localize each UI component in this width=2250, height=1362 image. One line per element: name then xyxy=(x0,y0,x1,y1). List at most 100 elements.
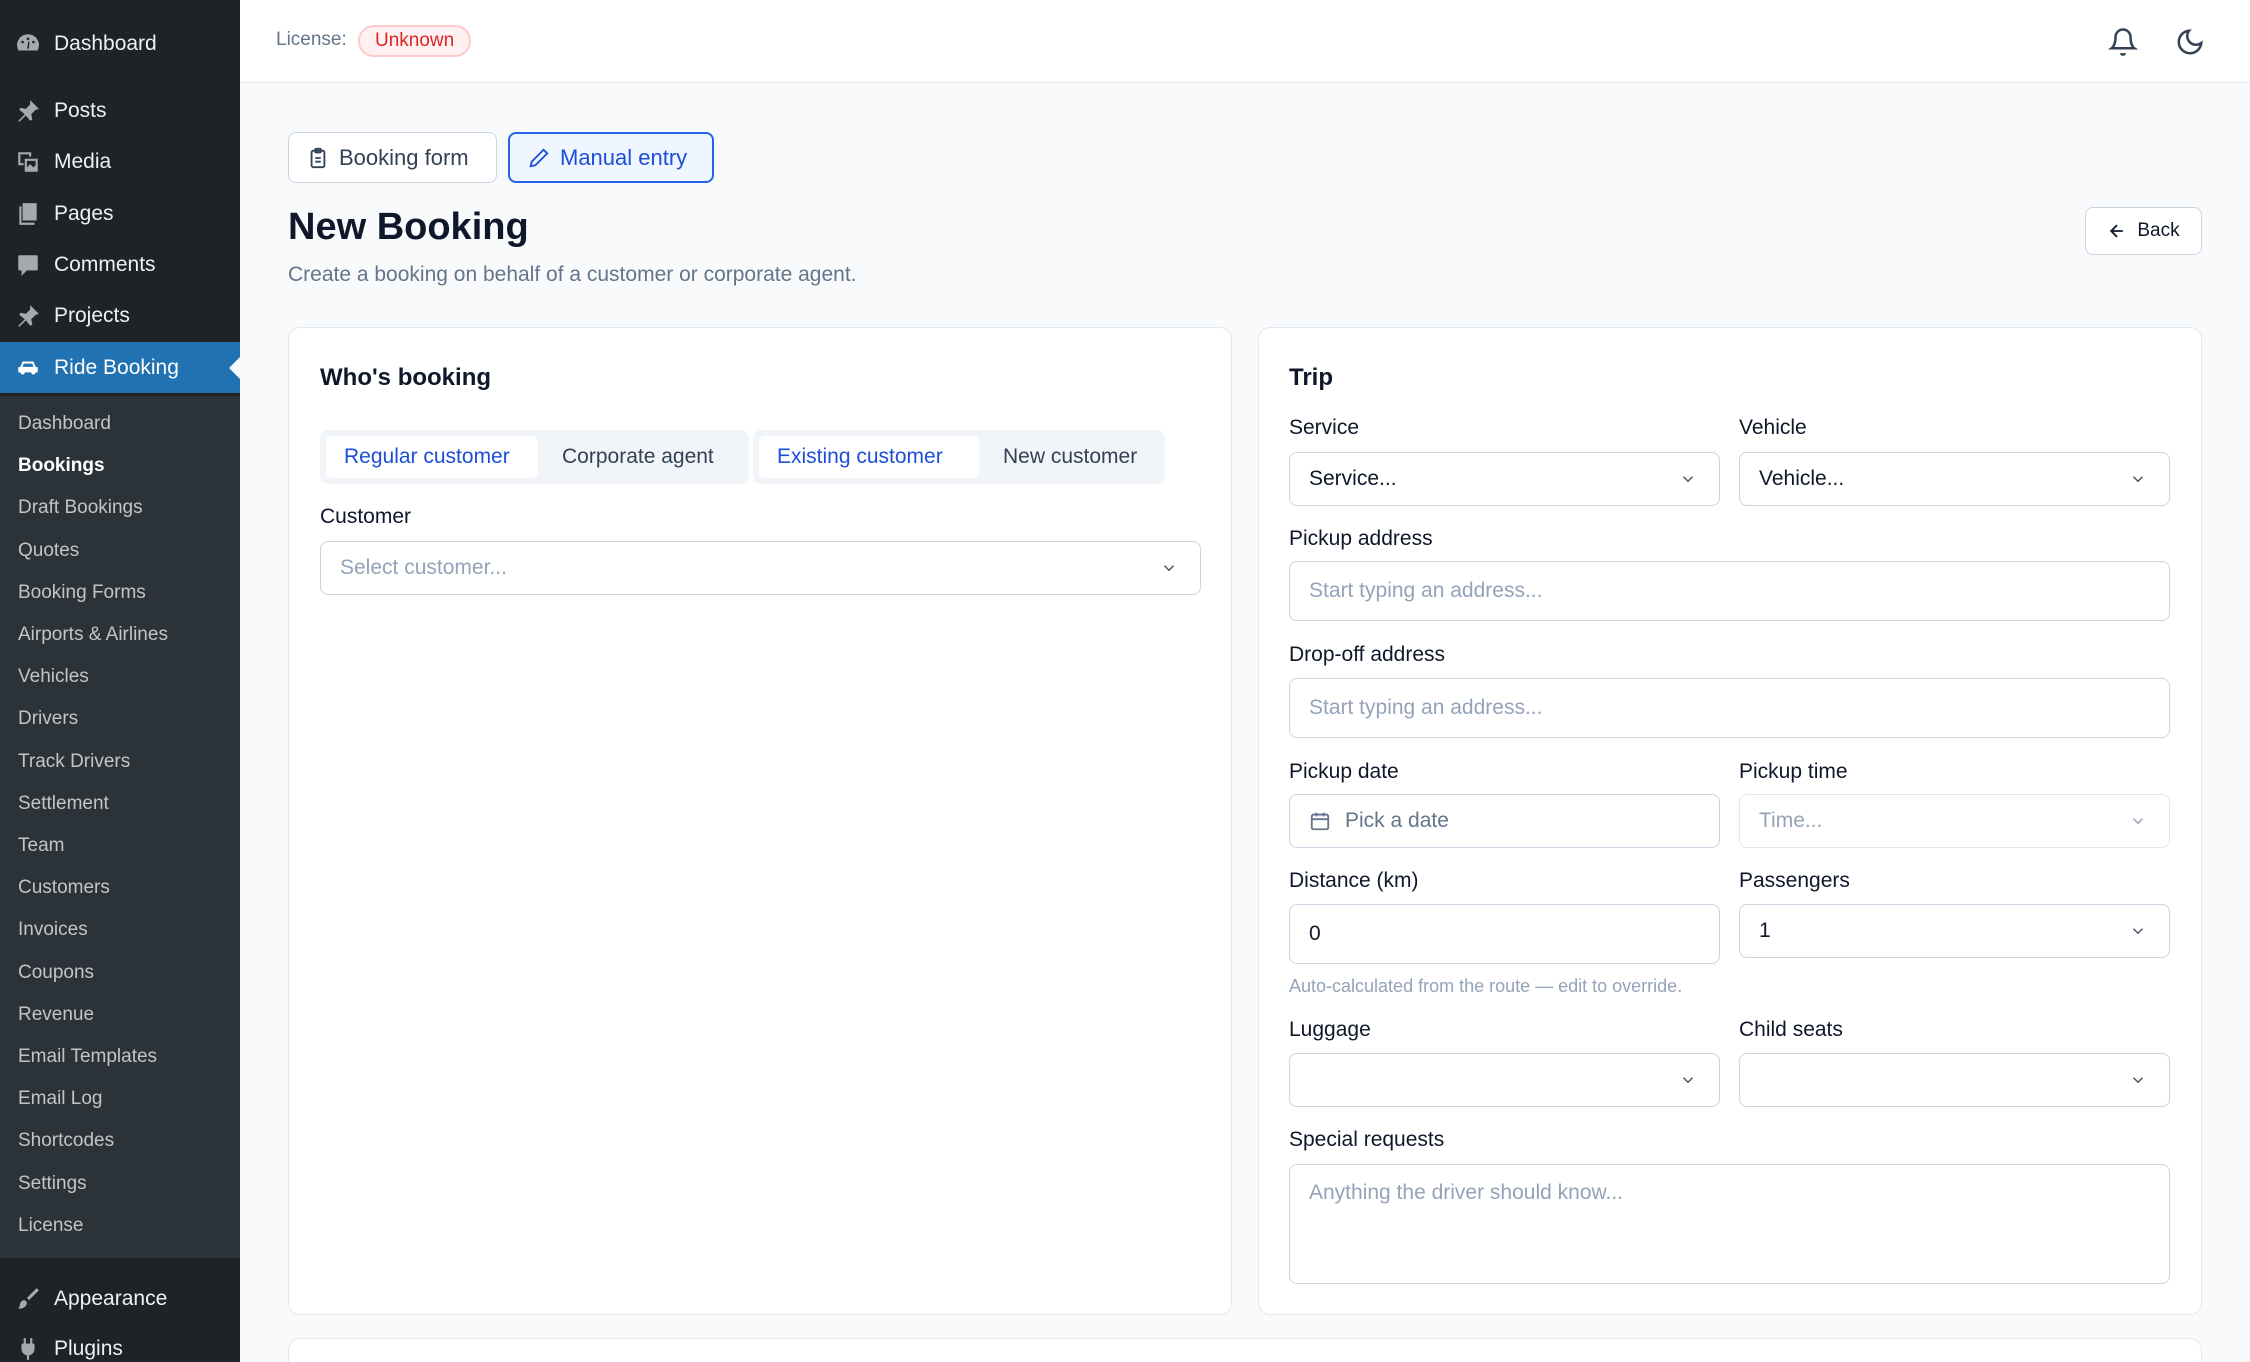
submenu-item-vehicles[interactable]: Vehicles xyxy=(18,657,89,697)
dropoff-address-input[interactable]: Start typing an address... xyxy=(1289,678,2170,738)
submenu-item-team[interactable]: Team xyxy=(18,826,64,866)
customer-select[interactable]: Select customer... xyxy=(320,541,1201,595)
chevron-down-icon xyxy=(1682,476,1694,483)
trip-title: Trip xyxy=(1289,364,1334,391)
vehicle-value: Vehicle... xyxy=(1759,467,1845,490)
sidebar-item-posts[interactable]: Posts xyxy=(0,85,240,136)
special-requests-placeholder: Anything the driver should know... xyxy=(1309,1181,1624,1204)
pickup-time-label: Pickup time xyxy=(1739,760,1848,783)
pin-icon xyxy=(14,97,42,125)
moon-icon[interactable] xyxy=(2172,24,2208,60)
sidebar-label: Appearance xyxy=(54,1286,168,1310)
passengers-value: 1 xyxy=(1759,919,1771,942)
manual-entry-button[interactable]: Manual entry xyxy=(508,132,714,183)
submenu-item-draft-bookings[interactable]: Draft Bookings xyxy=(18,488,143,528)
sidebar-label: Plugins xyxy=(54,1336,123,1360)
sidebar-item-projects[interactable]: Projects xyxy=(0,290,240,341)
special-requests-textarea[interactable]: Anything the driver should know... xyxy=(1289,1164,2170,1284)
plug-icon xyxy=(14,1335,42,1362)
pages-icon xyxy=(14,200,42,228)
license-status-badge: Unknown xyxy=(358,25,472,57)
chevron-down-icon xyxy=(2132,476,2144,483)
top-bar: License: Unknown xyxy=(240,0,2250,83)
service-select[interactable]: Service... xyxy=(1289,452,1720,506)
sidebar-item-media[interactable]: Media xyxy=(0,136,240,187)
submenu-item-settings[interactable]: Settings xyxy=(18,1164,87,1204)
pin-icon xyxy=(14,302,42,330)
submenu-item-airports-airlines[interactable]: Airports & Airlines xyxy=(18,615,168,655)
next-section-card xyxy=(288,1338,2202,1362)
submenu-item-settlement[interactable]: Settlement xyxy=(18,784,109,824)
calendar-icon xyxy=(1310,812,1330,831)
sidebar-label: Comments xyxy=(54,252,156,276)
passengers-label: Passengers xyxy=(1739,869,1850,892)
child-seats-select[interactable] xyxy=(1739,1053,2170,1107)
chevron-down-icon xyxy=(1163,565,1175,572)
submenu-item-email-templates[interactable]: Email Templates xyxy=(18,1037,157,1077)
submenu-item-booking-forms[interactable]: Booking Forms xyxy=(18,573,146,613)
pickup-time-placeholder: Time... xyxy=(1759,809,1823,832)
existing-customer-option[interactable]: Existing customer xyxy=(759,436,979,478)
comment-icon xyxy=(14,251,42,279)
service-value: Service... xyxy=(1309,467,1397,490)
corporate-agent-option[interactable]: Corporate agent xyxy=(544,436,744,478)
passengers-select[interactable]: 1 xyxy=(1739,904,2170,958)
dropoff-address-label: Drop-off address xyxy=(1289,643,1446,666)
submenu-item-email-log[interactable]: Email Log xyxy=(18,1079,103,1119)
luggage-label: Luggage xyxy=(1289,1018,1371,1041)
customer-label: Customer xyxy=(320,505,412,528)
dashboard-icon xyxy=(14,30,42,58)
pickup-time-select[interactable]: Time... xyxy=(1739,794,2170,848)
new-customer-option[interactable]: New customer xyxy=(985,436,1161,478)
sidebar-label: Dashboard xyxy=(54,31,157,55)
luggage-select[interactable] xyxy=(1289,1053,1720,1107)
submenu-item-dashboard[interactable]: Dashboard xyxy=(18,404,111,444)
pickup-address-label: Pickup address xyxy=(1289,527,1433,550)
sidebar-item-appearance[interactable]: Appearance xyxy=(0,1273,240,1324)
media-icon xyxy=(14,148,42,176)
distance-input[interactable]: 0 xyxy=(1289,904,1720,964)
submenu-item-coupons[interactable]: Coupons xyxy=(18,953,94,993)
submenu-item-shortcodes[interactable]: Shortcodes xyxy=(18,1121,114,1161)
sidebar-label: Pages xyxy=(54,201,114,225)
sidebar-item-dashboard[interactable]: Dashboard xyxy=(0,18,240,69)
brush-icon xyxy=(14,1285,42,1313)
sidebar-label: Posts xyxy=(54,98,107,122)
arrow-left-icon xyxy=(2110,224,2124,238)
clipboard-icon xyxy=(310,147,326,168)
pickup-address-input[interactable]: Start typing an address... xyxy=(1289,561,2170,621)
submenu-item-customers[interactable]: Customers xyxy=(18,868,110,908)
distance-hint: Auto-calculated from the route — edit to… xyxy=(1289,976,1683,996)
submenu-item-invoices[interactable]: Invoices xyxy=(18,910,88,950)
car-icon xyxy=(14,354,42,382)
submenu-item-license[interactable]: License xyxy=(18,1206,84,1246)
sidebar-item-ride-booking[interactable]: Ride Booking xyxy=(0,342,240,393)
chevron-down-icon xyxy=(2132,928,2144,935)
customer-placeholder: Select customer... xyxy=(340,556,507,579)
submenu-item-quotes[interactable]: Quotes xyxy=(18,531,79,571)
sidebar-item-plugins[interactable]: Plugins xyxy=(0,1323,240,1362)
pickup-date-picker[interactable]: Pick a date xyxy=(1289,794,1720,848)
manual-entry-label: Manual entry xyxy=(560,144,688,170)
pickup-address-placeholder: Start typing an address... xyxy=(1309,579,1543,602)
booking-form-button[interactable]: Booking form xyxy=(288,132,497,183)
booking-form-label: Booking form xyxy=(339,144,469,170)
sidebar-label: Ride Booking xyxy=(54,355,179,379)
sidebar-item-comments[interactable]: Comments xyxy=(0,239,240,290)
submenu-item-bookings[interactable]: Bookings xyxy=(18,446,105,486)
back-label: Back xyxy=(2137,220,2180,241)
submenu-item-drivers[interactable]: Drivers xyxy=(18,699,78,739)
pickup-date-label: Pickup date xyxy=(1289,760,1399,783)
regular-customer-option[interactable]: Regular customer xyxy=(326,436,538,478)
chevron-down-icon xyxy=(1682,1077,1694,1084)
vehicle-select[interactable]: Vehicle... xyxy=(1739,452,2170,506)
whos-booking-title: Who's booking xyxy=(320,364,492,391)
back-button[interactable]: Back xyxy=(2085,207,2202,255)
submenu-item-track-drivers[interactable]: Track Drivers xyxy=(18,742,130,782)
submenu-item-revenue[interactable]: Revenue xyxy=(18,995,94,1035)
sidebar-label: Media xyxy=(54,149,112,173)
booker-type-toggle: Regular customer Corporate agent xyxy=(320,430,749,484)
bell-icon[interactable] xyxy=(2105,24,2141,60)
license-label: License: xyxy=(276,29,347,50)
sidebar-item-pages[interactable]: Pages xyxy=(0,188,240,239)
